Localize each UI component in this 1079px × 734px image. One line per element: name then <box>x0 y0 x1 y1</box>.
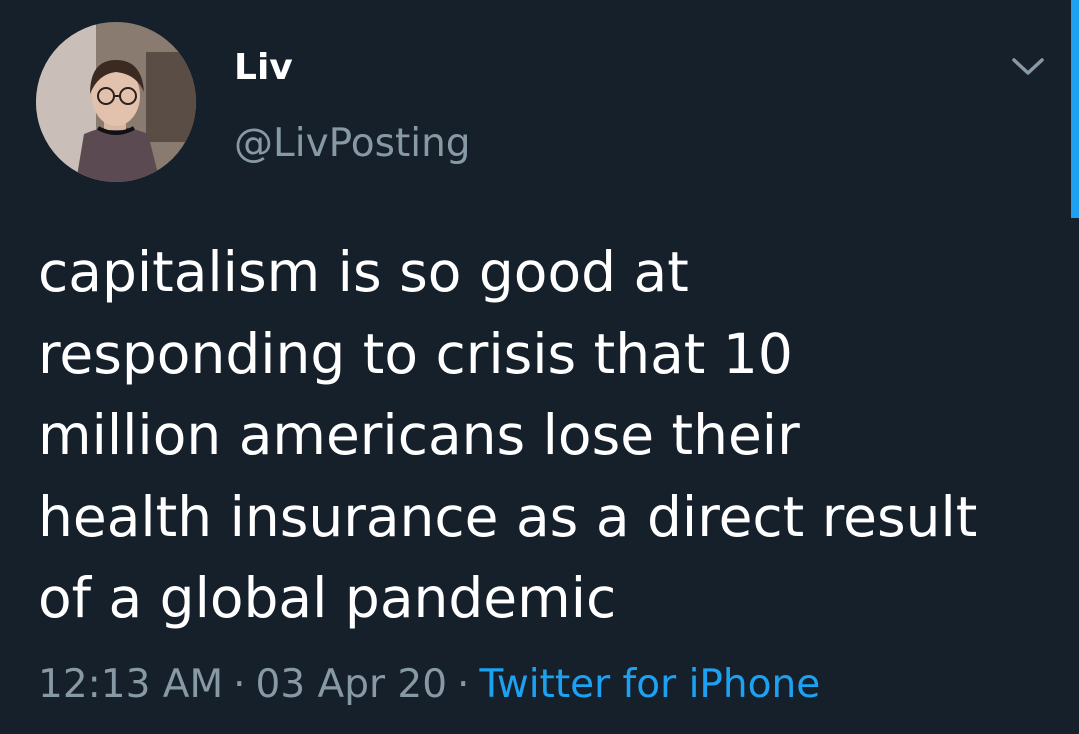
chevron-down-icon[interactable] <box>1008 50 1048 82</box>
tweet-text-line: capitalism is so good at <box>38 240 689 304</box>
avatar[interactable] <box>36 22 196 182</box>
author-name[interactable]: Liv <box>234 44 293 92</box>
tweet-text-line: responding to crisis that 10 <box>38 321 793 386</box>
tweet-card: Liv @LivPosting capitalism is so good at… <box>0 0 1079 734</box>
meta-separator: · <box>233 662 246 707</box>
tweet-source-link[interactable]: Twitter for iPhone <box>479 662 820 707</box>
tweet-text-line: of a global pandemic <box>38 566 617 630</box>
scrollbar[interactable] <box>1071 0 1079 218</box>
tweet-text-line: million americans lose their <box>38 403 800 467</box>
tweet-text-line: health insurance as a direct result <box>38 484 978 549</box>
meta-separator: · <box>457 662 470 707</box>
author-handle[interactable]: @LivPosting <box>234 118 471 170</box>
tweet-meta: 12:13 AM · 03 Apr 20 · Twitter for iPhone <box>38 657 820 713</box>
tweet-time[interactable]: 12:13 AM <box>38 662 223 707</box>
tweet-text: capitalism is so good at responding to c… <box>38 232 1048 640</box>
avatar-image <box>36 22 196 182</box>
tweet-date[interactable]: 03 Apr 20 <box>256 662 448 707</box>
